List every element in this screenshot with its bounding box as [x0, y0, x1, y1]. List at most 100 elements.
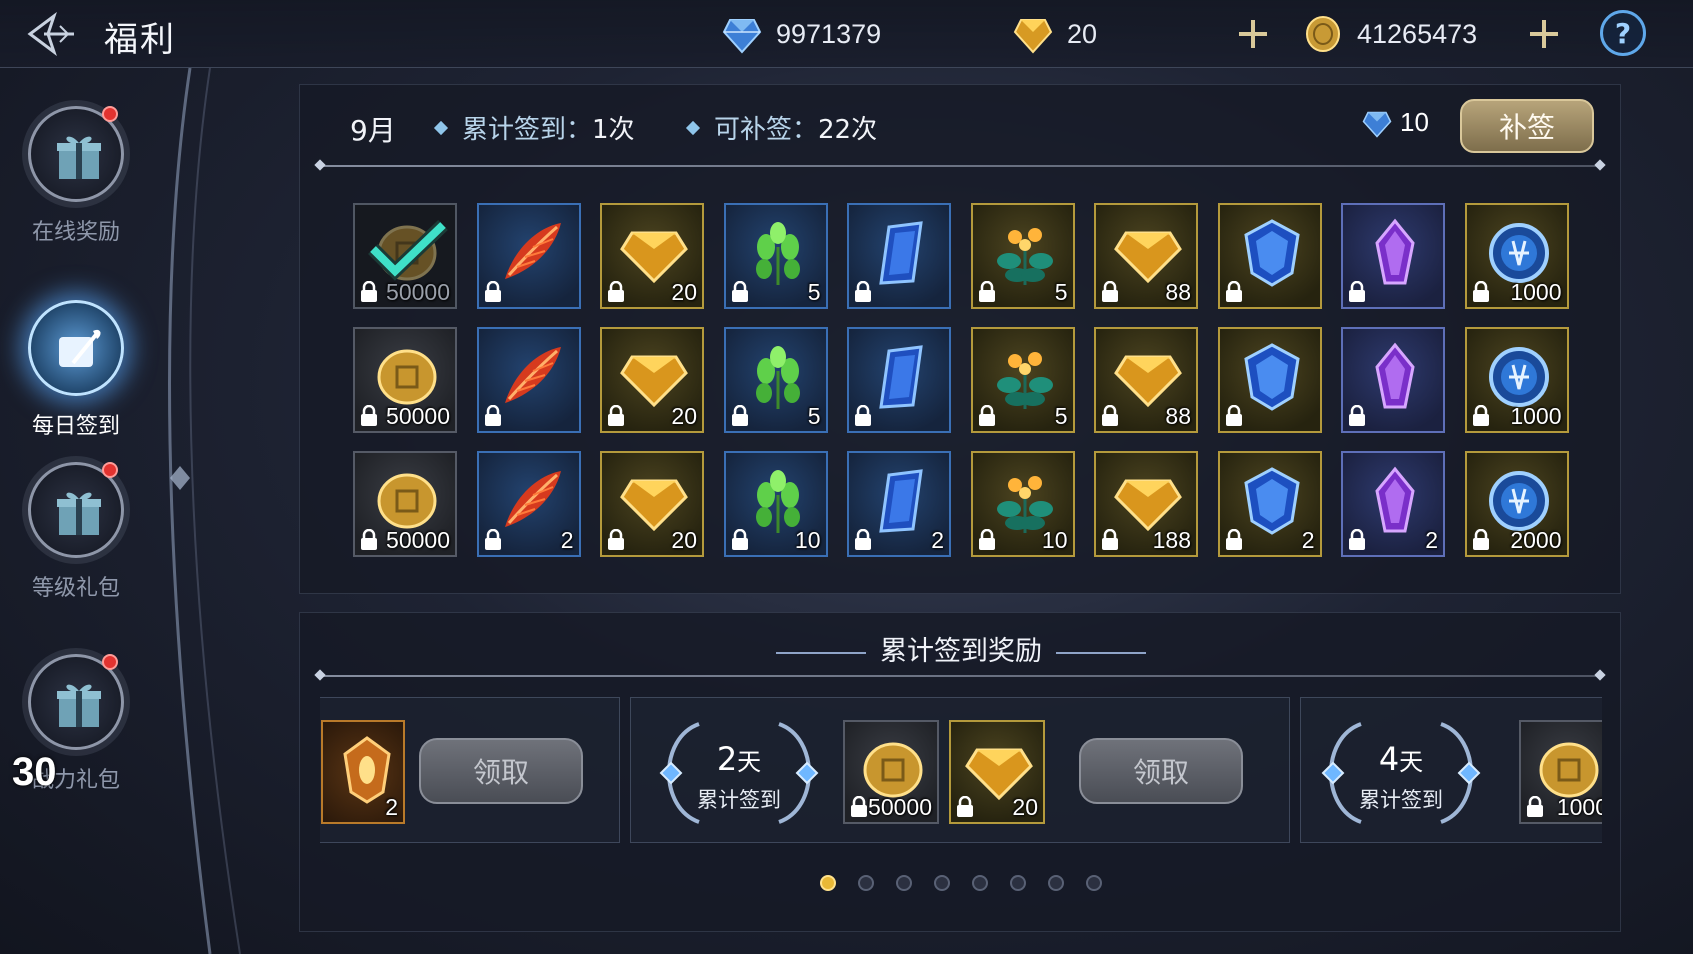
- reward-slot-blue-shield-gem[interactable]: 2: [1217, 451, 1322, 557]
- overlay-number: 30: [12, 750, 57, 794]
- lock-icon: [608, 529, 624, 550]
- lock-icon: [1102, 529, 1118, 550]
- reward-slot-blue-rune[interactable]: 2000: [1464, 451, 1569, 557]
- page-dot[interactable]: [820, 875, 836, 891]
- page-dot[interactable]: [1086, 875, 1102, 891]
- reward-slot-red-feather[interactable]: [476, 327, 581, 433]
- day-badge: 2天 累计签到: [639, 718, 839, 828]
- day-count-number: 2: [716, 740, 738, 778]
- reward-slot-teal-flower[interactable]: 5: [970, 327, 1075, 433]
- sidebar-item-level-pack[interactable]: 等级礼包: [16, 462, 136, 612]
- item-quantity: 88: [1165, 403, 1191, 429]
- add-gold-gem-button[interactable]: [1233, 14, 1273, 54]
- coin-amount: 41265473: [1357, 18, 1478, 49]
- page-dot[interactable]: [1010, 875, 1026, 891]
- reward-slot-green-herb[interactable]: 10: [723, 451, 828, 557]
- total-signin-label: 累计签到：: [462, 115, 593, 145]
- makeup-count-value: 22次: [818, 115, 878, 145]
- reward-slot-coin[interactable]: 50000: [353, 451, 457, 557]
- claim-button[interactable]: 领取: [419, 738, 583, 804]
- reward-slot-gold-gem[interactable]: 20: [600, 203, 704, 309]
- reward-slot-purple-crystal[interactable]: 2: [1341, 451, 1445, 557]
- lock-icon: [484, 281, 501, 302]
- reward-slot-gold-gem[interactable]: 88: [1094, 203, 1198, 309]
- page-dot[interactable]: [896, 875, 912, 891]
- item-quantity: 10: [794, 527, 821, 553]
- item-quantity: 1000: [1510, 279, 1562, 305]
- lock-icon: [855, 405, 871, 426]
- lock-icon: [855, 529, 871, 550]
- purple-crystal-icon: [1375, 342, 1415, 409]
- reward-slot-gold-gem[interactable]: 188: [1094, 451, 1198, 557]
- day-unit: 天: [1399, 748, 1424, 776]
- reward-slot-red-feather[interactable]: [476, 203, 581, 309]
- lock-icon: [978, 405, 995, 426]
- page-dot[interactable]: [972, 875, 988, 891]
- item-quantity: 5: [1054, 403, 1068, 429]
- reward-item-slot[interactable]: 1000: [1519, 720, 1602, 824]
- blue-shield-gem-icon: [1243, 343, 1300, 411]
- cumulative-rewards-carousel[interactable]: 2 领取 2天 累计签到 50000 20 领取 4天 累计签到 1000: [320, 697, 1602, 845]
- lock-icon: [957, 796, 973, 817]
- daily-signin-ring: [28, 300, 124, 396]
- reward-slot-purple-crystal[interactable]: [1341, 203, 1445, 309]
- makeup-cost: 10: [1362, 107, 1429, 138]
- add-coin-button[interactable]: [1524, 14, 1564, 54]
- back-button[interactable]: [24, 11, 80, 57]
- lock-icon: [1225, 529, 1242, 550]
- lock-icon: [484, 405, 501, 426]
- signin-panel: 9月 累计签到： 1次 可补签： 22次 10 补签 50000 20 5 5 88 10…: [299, 84, 1621, 594]
- sidebar-item-daily-signin[interactable]: 每日签到: [16, 300, 136, 450]
- total-signin-stat: 累计签到： 1次: [433, 109, 635, 146]
- reward-slot-red-feather[interactable]: 2: [476, 451, 581, 557]
- reward-slot-teal-flower[interactable]: 5: [970, 203, 1075, 309]
- reward-slot-blue-crystal[interactable]: [847, 327, 951, 433]
- page-dot[interactable]: [858, 875, 874, 891]
- reward-slot-green-herb[interactable]: 5: [723, 327, 828, 433]
- day-badge: 4天 累计签到: [1301, 718, 1501, 828]
- item-quantity: 88: [1165, 279, 1191, 305]
- diamond-bullet-icon: [685, 120, 701, 135]
- lock-icon: [608, 405, 624, 426]
- reward-item-slot[interactable]: 50000: [843, 720, 939, 824]
- help-button[interactable]: ?: [1600, 10, 1646, 56]
- top-bar: 福利 9971379 20 41265473 ?: [0, 0, 1693, 68]
- item-quantity: 1000: [1510, 403, 1562, 429]
- page-dot[interactable]: [1048, 875, 1064, 891]
- gold-gem-item: 20: [949, 720, 1045, 824]
- cumulative-reward-card: 4天 累计签到 1000: [1300, 697, 1602, 843]
- lock-icon: [1225, 281, 1242, 302]
- reward-slot-teal-flower[interactable]: 10: [970, 451, 1075, 557]
- reward-item-slot[interactable]: 2: [321, 720, 405, 824]
- reward-slot-blue-rune[interactable]: 1000: [1464, 203, 1569, 309]
- purple-crystal-icon: [1375, 218, 1415, 285]
- reward-slot-purple-crystal[interactable]: [1341, 327, 1445, 433]
- reward-slot-coin[interactable]: 50000: [353, 327, 457, 433]
- reward-slot-gold-gem[interactable]: 20: [600, 327, 704, 433]
- lock-icon: [484, 529, 501, 550]
- day-unit: 天: [737, 748, 762, 776]
- lock-icon: [1349, 281, 1365, 302]
- claim-button[interactable]: 领取: [1079, 738, 1243, 804]
- blue-diamond-icon: [722, 19, 762, 54]
- reward-slot-coin[interactable]: 50000: [353, 203, 457, 309]
- red-feather-icon: [504, 223, 561, 279]
- reward-slot-green-herb[interactable]: 5: [723, 203, 828, 309]
- sidebar: 在线奖励 每日签到 等级礼包 战力礼包: [0, 68, 160, 954]
- reward-slot-blue-rune[interactable]: 1000: [1464, 327, 1569, 433]
- makeup-signin-button[interactable]: 补签: [1460, 99, 1594, 153]
- page-dot[interactable]: [934, 875, 950, 891]
- reward-slot-blue-shield-gem[interactable]: [1217, 203, 1322, 309]
- reward-slot-gold-gem[interactable]: 20: [600, 451, 704, 557]
- reward-item-slot[interactable]: 20: [949, 720, 1045, 824]
- sidebar-item-label: 每日签到: [31, 414, 120, 439]
- item-quantity: 2000: [1510, 527, 1562, 553]
- reward-slot-blue-shield-gem[interactable]: [1217, 327, 1322, 433]
- reward-slot-blue-crystal[interactable]: 2: [847, 451, 951, 557]
- green-herb-icon: [755, 346, 800, 409]
- page-title: 福利: [104, 20, 176, 60]
- sidebar-item-online-rewards[interactable]: 在线奖励: [16, 106, 136, 256]
- reward-slot-gold-gem[interactable]: 88: [1094, 327, 1198, 433]
- sidebar-ornament: [168, 68, 241, 954]
- reward-slot-blue-crystal[interactable]: [847, 203, 951, 309]
